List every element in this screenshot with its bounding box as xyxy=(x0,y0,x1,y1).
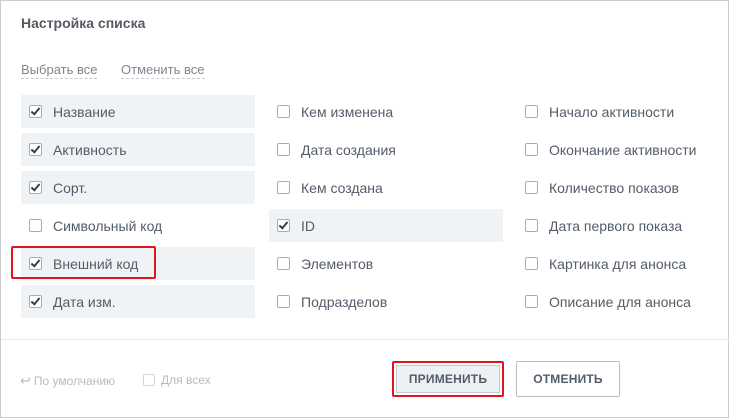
option-checkbox[interactable] xyxy=(277,295,290,308)
option-label: Дата изм. xyxy=(53,293,116,310)
footer-divider xyxy=(1,339,729,340)
select-all-link[interactable]: Выбрать все xyxy=(21,62,98,79)
option-label: Дата создания xyxy=(301,141,396,158)
option-checkbox[interactable] xyxy=(277,143,290,156)
column-option[interactable]: Сорт. xyxy=(21,171,255,204)
option-checkbox[interactable] xyxy=(525,143,538,156)
cancel-button[interactable]: ОТМЕНИТЬ xyxy=(516,361,620,397)
option-checkbox[interactable] xyxy=(525,295,538,308)
option-label: Элементов xyxy=(301,255,374,272)
default-label: По умолчанию xyxy=(33,374,116,388)
option-label: Окончание активности xyxy=(549,141,697,158)
option-label: ID xyxy=(301,217,315,234)
for-all-option[interactable]: Для всех xyxy=(143,373,211,387)
column-option[interactable]: Кем создана xyxy=(269,171,503,204)
column-option[interactable]: Символьный код xyxy=(21,209,255,242)
option-checkbox[interactable] xyxy=(29,181,42,194)
option-label: Начало активности xyxy=(549,103,675,120)
for-all-checkbox[interactable] xyxy=(143,374,155,386)
dialog-title: Настройка списка xyxy=(21,15,146,31)
option-label: Картинка для анонса xyxy=(549,255,687,272)
for-all-label: Для всех xyxy=(161,373,211,387)
option-label: Кем создана xyxy=(301,179,383,196)
option-label: Количество показов xyxy=(549,179,679,196)
option-checkbox[interactable] xyxy=(525,219,538,232)
option-label: Активность xyxy=(53,141,127,158)
option-label: Подразделов xyxy=(301,293,388,310)
option-label: Кем изменена xyxy=(301,103,394,120)
apply-button[interactable]: ПРИМЕНИТЬ xyxy=(392,361,504,397)
column-option[interactable]: Подразделов xyxy=(269,285,503,318)
column-option[interactable]: Описание для анонса xyxy=(517,285,717,318)
apply-button-label: ПРИМЕНИТЬ xyxy=(408,372,488,386)
option-label: Сорт. xyxy=(53,179,88,196)
option-label: Дата первого показа xyxy=(549,217,683,234)
return-arrow-icon: ↩ xyxy=(20,373,31,388)
column-option[interactable]: Элементов xyxy=(269,247,503,280)
column-option[interactable]: Дата создания xyxy=(269,133,503,166)
cancel-button-label: ОТМЕНИТЬ xyxy=(533,372,603,386)
option-checkbox[interactable] xyxy=(29,143,42,156)
column-option[interactable]: Дата изм. xyxy=(21,285,255,318)
column-option[interactable]: ID xyxy=(269,209,503,242)
option-checkbox[interactable] xyxy=(277,105,290,118)
column-option[interactable]: Количество показов xyxy=(517,171,717,204)
column-option[interactable]: Окончание активности xyxy=(517,133,717,166)
option-checkbox[interactable] xyxy=(29,105,42,118)
option-checkbox[interactable] xyxy=(525,181,538,194)
highlight-external-code xyxy=(11,246,156,279)
column-option[interactable]: Дата первого показа xyxy=(517,209,717,242)
option-checkbox[interactable] xyxy=(525,105,538,118)
column-option[interactable]: Кем изменена xyxy=(269,95,503,128)
option-checkbox[interactable] xyxy=(277,257,290,270)
column-option[interactable]: Название xyxy=(21,95,255,128)
option-checkbox[interactable] xyxy=(29,295,42,308)
option-label: Название xyxy=(53,103,116,120)
list-settings-dialog: Настройка списка Выбрать все Отменить вс… xyxy=(0,0,729,418)
option-checkbox[interactable] xyxy=(29,219,42,232)
option-label: Описание для анонса xyxy=(549,293,691,310)
deselect-all-link[interactable]: Отменить все xyxy=(121,62,205,79)
option-checkbox[interactable] xyxy=(525,257,538,270)
option-checkbox[interactable] xyxy=(277,181,290,194)
column-option[interactable]: Начало активности xyxy=(517,95,717,128)
default-link[interactable]: ↩ По умолчанию xyxy=(20,373,115,389)
column-option[interactable]: Активность xyxy=(21,133,255,166)
column-option[interactable]: Картинка для анонса xyxy=(517,247,717,280)
option-checkbox[interactable] xyxy=(277,219,290,232)
option-label: Символьный код xyxy=(53,217,163,234)
